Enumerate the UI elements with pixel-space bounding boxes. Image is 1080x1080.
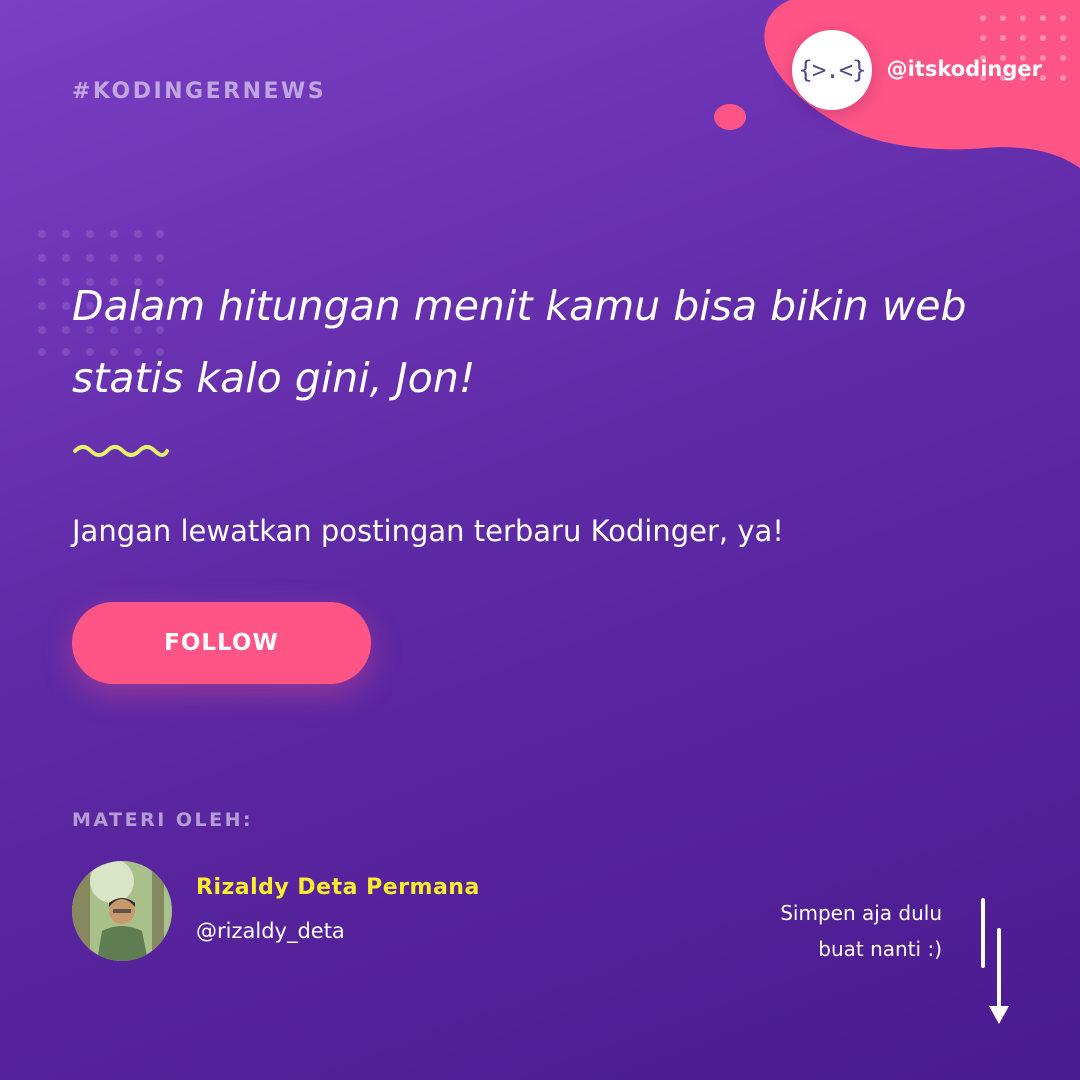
author-avatar — [72, 861, 172, 961]
save-note: Simpen aja dulu buat nanti :) — [780, 895, 942, 967]
post-card: #KODINGERNEWS {>.<} @itskodinger Dalam h… — [0, 0, 1080, 1080]
logo-glyph: {>.<} — [798, 56, 866, 84]
author-section-label: MATERI OLEH: — [72, 809, 254, 831]
squiggle-divider — [73, 445, 169, 457]
kodinger-logo-icon[interactable]: {>.<} — [792, 30, 872, 110]
avatar-photo-icon — [72, 861, 172, 961]
save-note-line-2: buat nanti :) — [818, 937, 942, 961]
author-name: Rizaldy Deta Permana — [196, 875, 480, 900]
arrow-down-icon — [981, 898, 1009, 1024]
author-handle[interactable]: @rizaldy_deta — [196, 919, 345, 943]
follow-button[interactable]: FOLLOW — [72, 602, 371, 684]
save-note-line-1: Simpen aja dulu — [780, 901, 942, 925]
headline: Dalam hitungan menit kamu bisa bikin web… — [72, 282, 967, 402]
subtitle: Jangan lewatkan postingan terbaru Koding… — [72, 514, 784, 548]
hashtag-label: #KODINGERNEWS — [72, 79, 327, 104]
brand-handle[interactable]: @itskodinger — [887, 57, 1042, 81]
